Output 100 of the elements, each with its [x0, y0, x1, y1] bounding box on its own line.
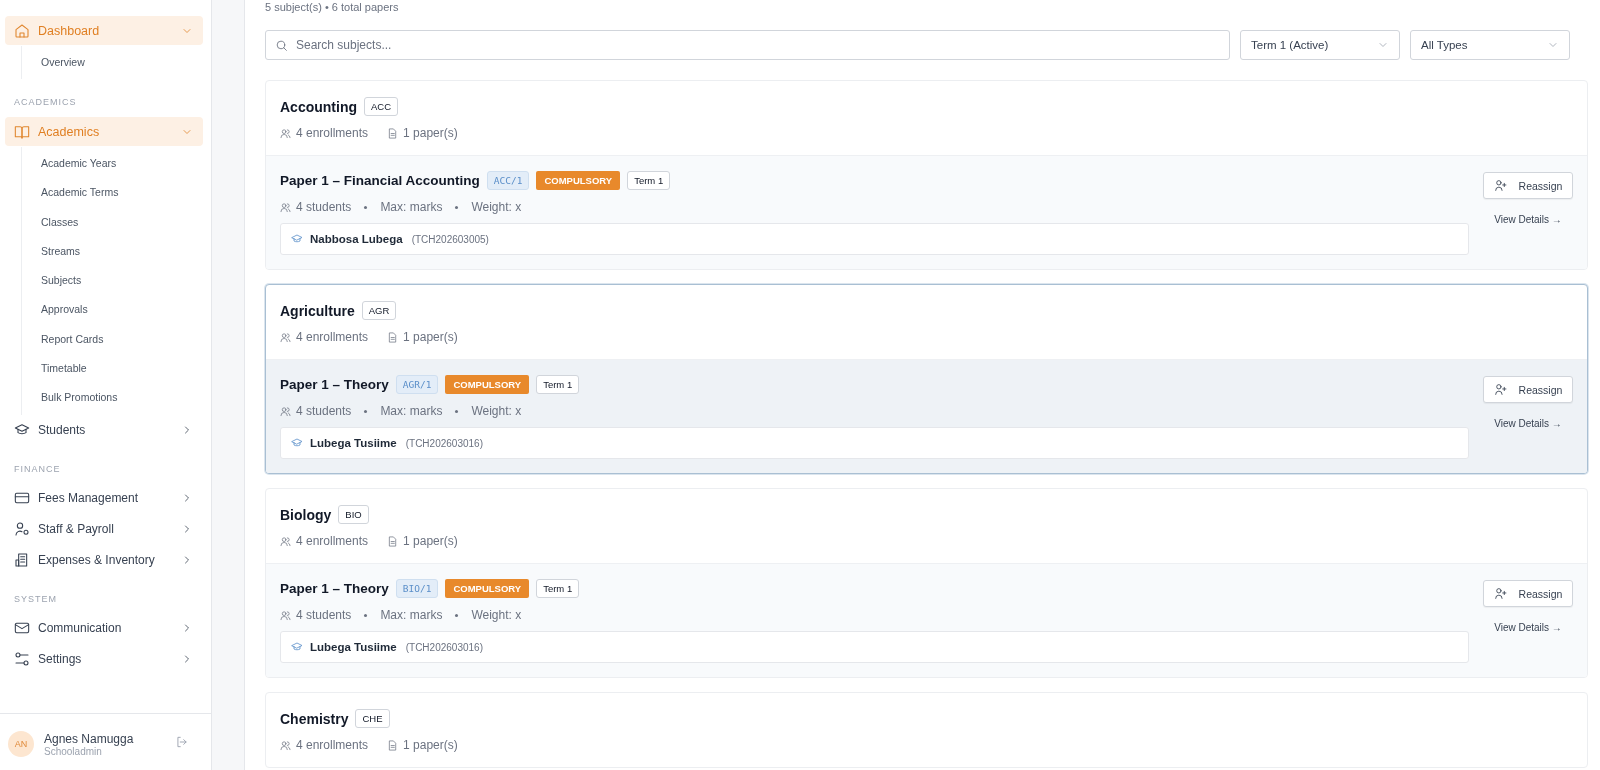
users-icon: [280, 405, 291, 417]
document-icon: [387, 127, 399, 139]
weight: Weight: x: [471, 608, 522, 622]
nav-subitem[interactable]: Classes: [22, 206, 203, 237]
section-heading: FINANCE: [13, 463, 62, 474]
user-role: Schooladmin: [44, 745, 102, 757]
view-details-link[interactable]: View Details →: [1494, 214, 1562, 225]
nav-item[interactable]: Settings: [5, 644, 203, 674]
users-icon: [280, 739, 291, 751]
section-heading: SYSTEM: [13, 593, 58, 604]
person-plus-icon: [1493, 179, 1507, 192]
search-field[interactable]: Search subjects...: [265, 30, 1230, 60]
document-icon: [387, 739, 399, 751]
paper-count: 1 paper(s): [403, 126, 458, 140]
graduation-cap-icon: [291, 233, 303, 245]
reassign-button[interactable]: Reassign: [1483, 376, 1573, 403]
nav-item[interactable]: Students: [5, 415, 203, 445]
student-count: 4 students: [296, 608, 352, 622]
nav-item[interactable]: Expenses & Inventory: [5, 545, 203, 575]
users-icon: [280, 609, 291, 621]
term-tag: Term 1: [536, 375, 580, 394]
subject-code-tag: ACC: [364, 97, 399, 116]
nav-item[interactable]: Communication: [5, 613, 203, 643]
teacher-name: Lubega Tusiime: [310, 641, 397, 653]
nav-subitem[interactable]: Bulk Promotions: [22, 382, 203, 412]
nav-subitem[interactable]: Academic Terms: [22, 177, 203, 207]
nav-item[interactable]: Staff & Payroll: [5, 514, 203, 544]
users-icon: [280, 201, 291, 213]
summary-text: 5 subject(s) • 6 total papers: [265, 0, 400, 14]
building-icon: [14, 552, 30, 569]
graduation-cap-icon: [291, 641, 303, 653]
view-details-link[interactable]: View Details →: [1494, 622, 1562, 633]
separator-dot: [364, 205, 368, 209]
nav-subitem[interactable]: Overview: [22, 47, 203, 77]
enrollment-count: 4 enrollments: [296, 126, 369, 140]
logout-icon[interactable]: [175, 735, 189, 749]
type-tag: COMPULSORY: [536, 171, 621, 190]
nav-item[interactable]: Fees Management: [5, 483, 203, 513]
term-tag: Term 1: [536, 579, 580, 598]
subject-code-tag: BIO: [338, 505, 369, 524]
reassign-button[interactable]: Reassign: [1483, 580, 1573, 607]
max-marks: Max: marks: [380, 200, 443, 214]
nav-subitem[interactable]: Approvals: [22, 294, 203, 325]
type-tag: COMPULSORY: [445, 375, 530, 394]
paper-title: Paper 1 – Theory: [280, 377, 389, 392]
person-plus-icon: [1493, 383, 1507, 396]
separator-dot: [455, 409, 459, 413]
avatar: AN: [8, 731, 34, 757]
paper-title: Paper 1 – Financial Accounting: [280, 173, 480, 188]
paper-code-tag: AGR/1: [395, 375, 439, 394]
separator-dot: [455, 613, 459, 617]
subject-code-tag: CHE: [355, 709, 390, 728]
paper-code-tag: ACC/1: [486, 171, 530, 190]
separator-dot: [364, 613, 368, 617]
filter-dropdown[interactable]: Term 1 (Active): [1240, 30, 1400, 60]
type-tag: COMPULSORY: [445, 579, 530, 598]
student-count: 4 students: [296, 404, 352, 418]
graduation-cap-icon: [291, 437, 303, 449]
enrollment-count: 4 enrollments: [296, 534, 369, 548]
view-details-link[interactable]: View Details →: [1494, 418, 1562, 429]
subject-card[interactable]: Accounting ACC 4 enrollments 1 paper(s) Paper 1 – Financial Accounting ACC/1 COMPULSORY Term 1 4 students Max: marks Weight: x Nabbosa Lubega (TCH202603005) Reassign View Details →: [265, 80, 1588, 270]
separator-dot: [455, 205, 459, 209]
nav-subitem[interactable]: Report Cards: [22, 324, 203, 354]
filter-dropdown[interactable]: All Types: [1410, 30, 1570, 60]
nav-subitem[interactable]: Streams: [22, 236, 203, 266]
search-icon: [275, 39, 288, 52]
subject-card[interactable]: Agriculture AGR 4 enrollments 1 paper(s) Paper 1 – Theory AGR/1 COMPULSORY Term 1 4 students Max: marks Weight: x Lubega Tusiime (TCH202603016) Reassign View Details →: [265, 284, 1588, 474]
subject-code-tag: AGR: [361, 301, 397, 320]
sliders-icon: [14, 651, 30, 668]
student-count: 4 students: [296, 200, 352, 214]
subject-name: Agriculture: [280, 302, 355, 319]
subject-name: Biology: [280, 506, 332, 523]
separator-dot: [364, 409, 368, 413]
weight: Weight: x: [471, 404, 522, 418]
nav-subitem[interactable]: Subjects: [22, 265, 203, 295]
max-marks: Max: marks: [380, 404, 443, 418]
teacher-name: Lubega Tusiime: [310, 437, 397, 449]
nav-subitem[interactable]: Timetable: [22, 353, 203, 383]
reassign-button[interactable]: Reassign: [1483, 172, 1573, 199]
users-icon: [280, 535, 291, 547]
subject-name: Chemistry: [280, 710, 349, 727]
subject-card[interactable]: Biology BIO 4 enrollments 1 paper(s) Paper 1 – Theory BIO/1 COMPULSORY Term 1 4 students Max: marks Weight: x Lubega Tusiime (TCH202603016) Reassign View Details →: [265, 488, 1588, 678]
enrollment-count: 4 enrollments: [296, 738, 369, 752]
paper-count: 1 paper(s): [403, 330, 458, 344]
paper-count: 1 paper(s): [403, 534, 458, 548]
weight: Weight: x: [471, 200, 522, 214]
book-icon: [14, 123, 30, 140]
teacher-name: Nabbosa Lubega: [310, 233, 403, 245]
teacher-id: (TCH202603005): [411, 233, 489, 245]
nav-subitem[interactable]: Academic Years: [22, 148, 203, 178]
max-marks: Max: marks: [380, 608, 443, 622]
users-icon: [280, 127, 291, 139]
paper-title: Paper 1 – Theory: [280, 581, 389, 596]
document-icon: [387, 535, 399, 547]
subject-name: Accounting: [280, 98, 357, 115]
person-gear-icon: [14, 521, 30, 538]
term-tag: Term 1: [627, 171, 671, 190]
subject-card[interactable]: Chemistry CHE 4 enrollments 1 paper(s): [265, 692, 1588, 768]
teacher-id: (TCH202603016): [405, 437, 483, 449]
home-icon: [14, 22, 30, 39]
